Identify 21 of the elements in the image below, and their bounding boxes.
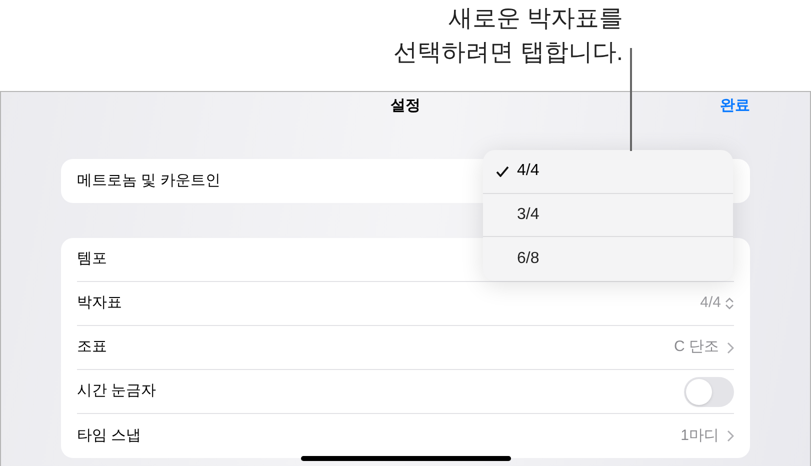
row-label: 템포 [77, 249, 107, 270]
row-label: 메트로놈 및 카운트인 [77, 170, 220, 191]
row-value[interactable]: 4/4 [700, 292, 721, 315]
done-button[interactable]: 완료 [720, 94, 750, 118]
row-label: 시간 눈금자 [77, 381, 156, 402]
row-value[interactable]: C 단조 [674, 336, 719, 359]
menu-item[interactable]: 3/4 [483, 194, 733, 237]
menu-item[interactable]: 4/4 [483, 150, 733, 194]
row-value[interactable]: 1마디 [680, 424, 719, 448]
row-label: 타임 스냅 [77, 426, 142, 446]
toggle-switch[interactable] [684, 376, 734, 406]
checkmark-icon [496, 166, 508, 177]
callout-text: 선택하려면 탭합니다. [394, 38, 623, 68]
callout-text: 새로운 박자표를 [448, 4, 623, 34]
chevron-right-icon [727, 430, 734, 442]
chevron-right-icon [727, 342, 734, 354]
row-label: 조표 [77, 337, 107, 358]
up-down-icon [725, 297, 734, 310]
menu-item[interactable]: 6/8 [483, 237, 733, 280]
row-label: 박자표 [77, 293, 122, 314]
header-title: 설정 [390, 96, 420, 116]
